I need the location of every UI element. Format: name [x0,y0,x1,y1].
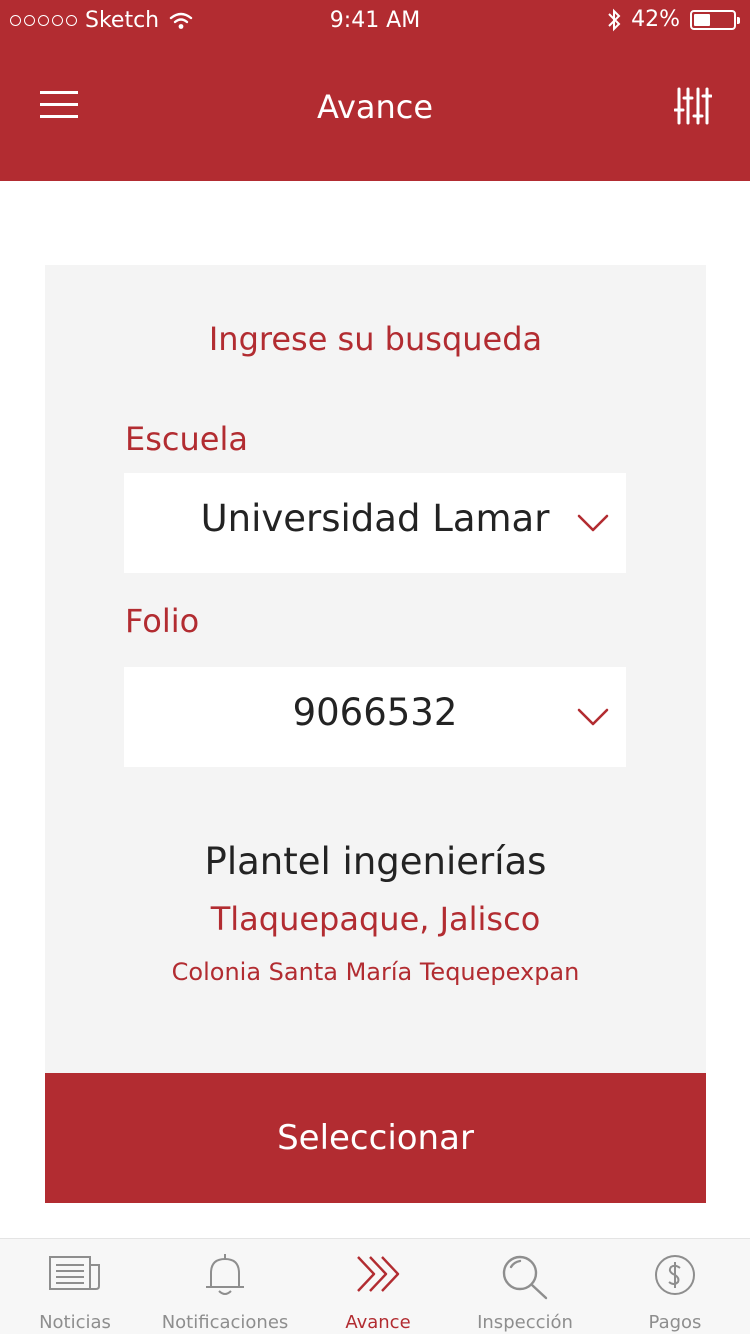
battery-icon [690,9,740,30]
battery-fill [694,13,710,26]
magnifier-icon [502,1255,548,1300]
campus-colony: Colonia Santa María Tequepexpan [171,958,580,986]
tab-bar: Noticias Notificaciones Avance Inspecció… [0,1238,750,1334]
navigation-bar: Avance [0,40,750,181]
chevron-down-icon [577,708,609,726]
tab-inspeccion[interactable]: Inspección [450,1239,600,1334]
escuela-select[interactable]: Universidad Lamar [124,473,626,573]
page-title: Avance [316,88,434,126]
search-prompt: Ingrese su busqueda [208,320,543,358]
select-button[interactable]: Seleccionar [45,1073,706,1203]
folio-value: 9066532 [292,691,458,734]
filter-sliders-icon[interactable] [673,86,713,126]
folio-label: Folio [125,602,200,640]
double-chevron-right-icon [357,1256,400,1292]
tab-avance[interactable]: Avance [303,1239,453,1334]
battery-percent: 42% [631,7,680,32]
folio-select[interactable]: 9066532 [124,667,626,767]
campus-city: Tlaquepaque, Jalisco [210,900,541,938]
escuela-label: Escuela [125,420,248,458]
bluetooth-icon [608,8,621,31]
tab-notificaciones[interactable]: Notificaciones [150,1239,300,1334]
tab-label: Notificaciones [161,1312,289,1333]
search-card: Ingrese su busqueda Escuela Universidad … [45,265,706,1073]
tab-label: Inspección [477,1312,573,1333]
tab-noticias[interactable]: Noticias [0,1239,150,1334]
escuela-value: Universidad Lamar [200,497,550,540]
newspaper-icon [49,1256,100,1290]
status-bar: Sketch 9:41 AM 42% [0,0,750,40]
chevron-down-icon [577,514,609,532]
tab-pagos[interactable]: Pagos [600,1239,750,1334]
tab-label: Noticias [39,1312,111,1333]
bell-icon [206,1254,244,1295]
dollar-coin-icon [655,1255,695,1295]
status-right: 42% [607,7,740,32]
tab-label: Avance [345,1312,411,1333]
tab-label: Pagos [648,1312,702,1333]
campus-name: Plantel ingenierías [204,840,547,883]
